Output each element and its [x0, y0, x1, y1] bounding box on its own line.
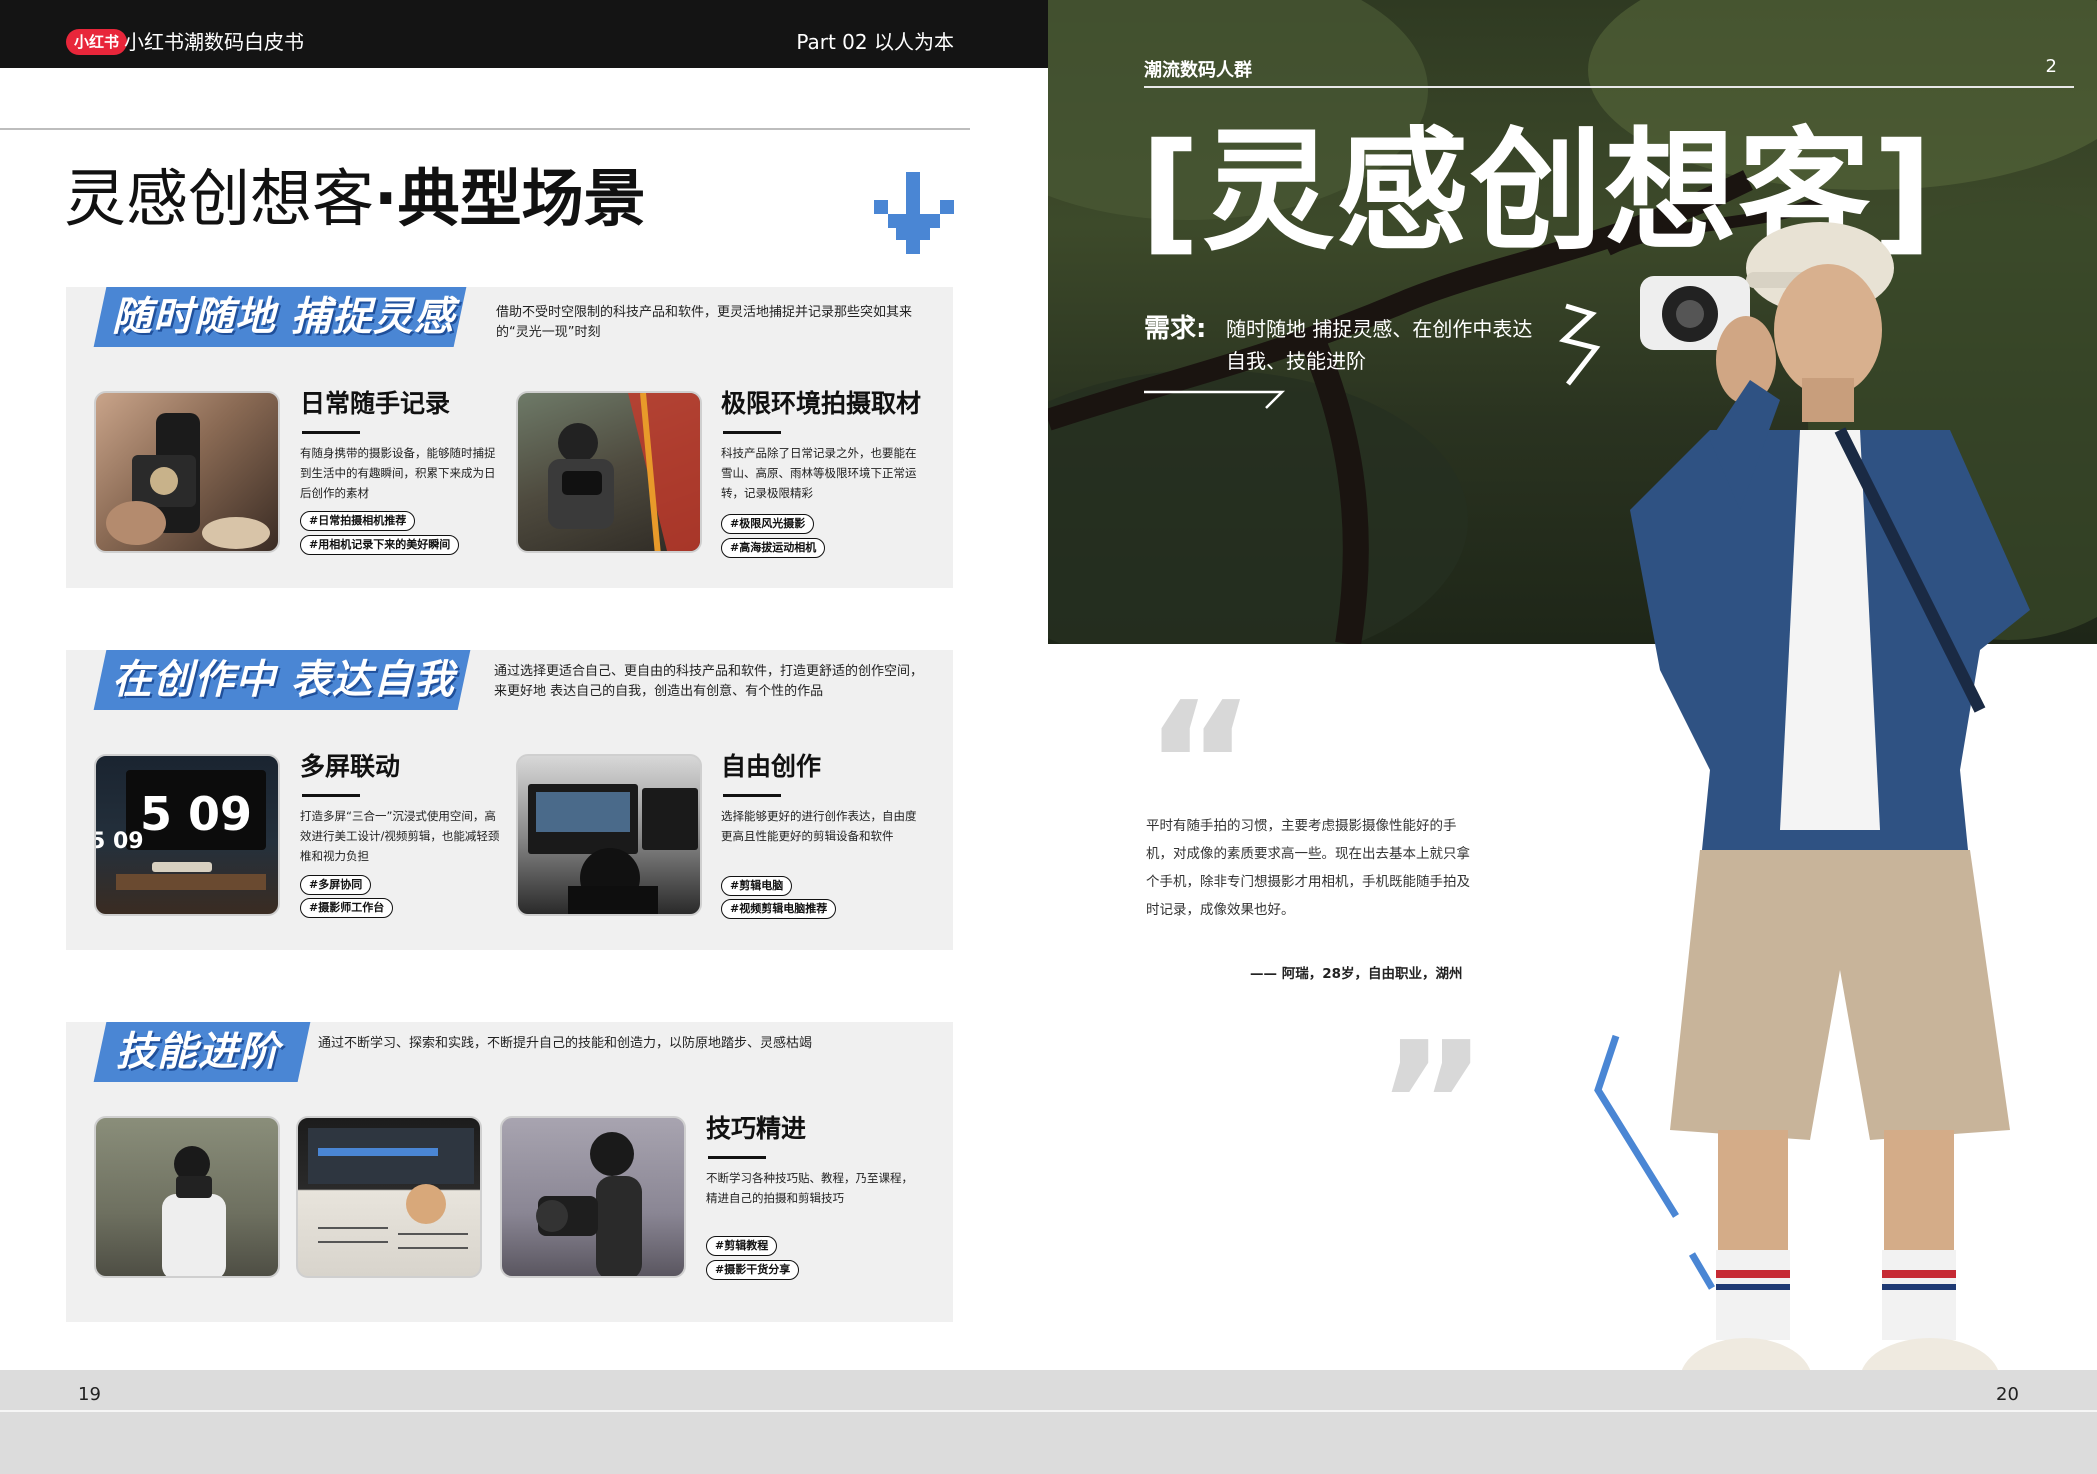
user-quote-text: 平时有随手拍的习惯，主要考虑摄影摄像性能好的手机，对成像的素质要求高一些。现在出… [1146, 818, 1470, 918]
tag-photo-tips[interactable]: #摄影干货分享 [706, 1260, 800, 1280]
photo-editing-notes [296, 1116, 482, 1278]
tag-altitude-action-camera[interactable]: #高海拔运动相机 [721, 538, 826, 558]
tag-extreme-scenery[interactable]: #极限风光摄影 [721, 514, 815, 534]
quote-author: —— 阿瑞，28岁，自由职业，湖州 [1250, 966, 1463, 982]
section-description: 通过不断学习、探索和实践，不断提升自己的技能和创造力，以防原地踏步、灵感枯竭 [318, 1036, 813, 1051]
card-title-underline [723, 431, 781, 434]
tag-photographer-desk[interactable]: #摄影师工作台 [300, 898, 394, 918]
right-header-divider [1144, 86, 2074, 88]
tag-daily-camera[interactable]: #日常拍摄相机推荐 [300, 511, 416, 531]
page-title-bold: 典型场景 [397, 162, 646, 235]
page-title: 灵感创想客·典型场景 [64, 160, 646, 238]
photo-multi-screen-desk: 5 09 5 09 [94, 754, 280, 916]
photo-woman-with-camera [500, 1116, 686, 1278]
blue-slash-decoration-icon [1594, 1034, 1716, 1290]
tag-multi-screen[interactable]: #多屏协同 [300, 875, 372, 895]
card-title: 日常随手记录 [300, 389, 451, 418]
photo-man-with-camera [94, 1116, 280, 1278]
card-description: 打造多屏“三合一”沉浸式使用空间，高效进行美工设计/视频剪辑，也能减轻颈椎和视力… [300, 809, 500, 863]
section-description: 借助不受时空限制的科技产品和软件，更灵活地捕捉并记录那些突如其来的“灵光一现”时… [496, 305, 913, 340]
section-skill-upgrade: 技能进阶 通过不断学习、探索和实践，不断提升自己的技能和创造力，以防原地踏步、灵… [66, 1022, 953, 1322]
page-number-right: 20 [1996, 1384, 2019, 1405]
tag-editing-pc[interactable]: #剪辑电脑 [721, 876, 793, 896]
card-title-underline [708, 1156, 766, 1159]
close-quote-icon: ” [1376, 1006, 1488, 1204]
header-divider [0, 128, 970, 130]
section-express-self: 在创作中 表达自我 通过选择更适合自己、更自由的科技产品和软件，打造更舒适的创作… [66, 650, 953, 950]
pixel-down-arrow-icon [874, 172, 954, 254]
need-label: 需求: [1144, 314, 1207, 344]
card-description: 有随身携带的摄影设备，能够随时捕捉到生活中的有趣瞬间，积累下来成为日后创作的素材 [300, 446, 496, 500]
tag-editing-tutorial[interactable]: #剪辑教程 [706, 1236, 778, 1256]
card-title: 多屏联动 [300, 752, 401, 781]
part-label: Part 02 以人为本 [796, 30, 954, 54]
card-title: 技巧精进 [706, 1114, 807, 1143]
brand-title: 小红书潮数码白皮书 [124, 30, 304, 54]
bottom-footer-bar [0, 1370, 2097, 1474]
photo-extreme-climber [516, 391, 702, 553]
card-title: 极限环境拍摄取材 [721, 389, 922, 418]
section-banner-title: 随时随地 捕捉灵感 [112, 294, 455, 340]
card-title-underline [302, 794, 360, 797]
need-text: 随时随地 捕捉灵感、在创作中表达自我、技能进阶 [1226, 317, 1533, 373]
line-arrow-icon [1144, 390, 1286, 409]
tag-editing-pc-recommend[interactable]: #视频剪辑电脑推荐 [721, 899, 837, 919]
top-bar: 小红书 小红书潮数码白皮书 Part 02 以人为本 [0, 0, 1048, 68]
right-header-number: 2 [2045, 56, 2057, 77]
photo-handheld-gimbal-camera [94, 391, 280, 553]
card-title-underline [302, 431, 360, 434]
card-description: 选择能够更好的进行创作表达，自由度更高且性能更好的剪辑设备和软件 [721, 809, 917, 843]
footer-highlight-line [0, 1410, 2097, 1412]
page-number-left: 19 [78, 1384, 101, 1405]
tag-camera-moments[interactable]: #用相机记录下来的美好瞬间 [300, 535, 460, 555]
photo-editing-workstation [516, 754, 702, 916]
clock-digits: 5 09 [140, 787, 252, 841]
brand-badge: 小红书 [66, 29, 128, 55]
card-description: 科技产品除了日常记录之外，也要能在雪山、高原、雨林等极限环境下正常运转，记录极限… [721, 446, 917, 500]
section-capture-inspiration: 随时随地 捕捉灵感 借助不受时空限制的科技产品和软件，更灵活地捕捉并记录那些突如… [66, 287, 953, 588]
section-banner-title: 技能进阶 [116, 1029, 280, 1075]
section-banner-title: 在创作中 表达自我 [112, 657, 455, 703]
page-title-light: 灵感创想客 [64, 162, 375, 235]
page-title-dot: · [374, 162, 398, 235]
right-header-label: 潮流数码人群 [1144, 60, 1252, 81]
clock-digits-small: 5 09 [96, 829, 144, 854]
left-page: 小红书 小红书潮数码白皮书 Part 02 以人为本 灵感创想客·典型场景 随时… [0, 0, 1048, 1474]
card-title-underline [723, 794, 781, 797]
card-title: 自由创作 [721, 752, 822, 781]
section-description: 通过选择更适合自己、更自由的科技产品和软件，打造更舒适的创作空间，来更好地 表达… [494, 664, 924, 699]
card-description: 不断学习各种技巧贴、教程，乃至课程，精进自己的拍摄和剪辑技巧 [706, 1171, 913, 1205]
